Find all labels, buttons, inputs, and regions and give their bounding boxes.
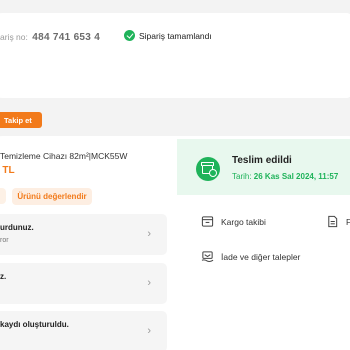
order-number-label: ariş no: <box>0 32 28 42</box>
chevron-right-icon: › <box>147 228 151 240</box>
info-box-title: z. <box>0 272 7 281</box>
delivery-title: Teslim edildi <box>232 155 292 166</box>
order-status-text: Sipariş tamamlandı <box>139 30 212 41</box>
order-number: ariş no: 484 741 653 4 <box>0 32 100 43</box>
top-bar <box>0 0 350 10</box>
order-summary-card <box>0 13 350 98</box>
delivered-box-icon <box>196 157 220 181</box>
secondary-action-button[interactable] <box>0 188 6 204</box>
chevron-right-icon: › <box>147 325 151 337</box>
returns-label: İade ve diğer talepler <box>221 251 301 262</box>
invoice-link[interactable]: F <box>326 215 350 228</box>
order-number-value: 484 741 653 4 <box>32 32 101 43</box>
product-name[interactable]: Temizleme Cihazı 82m²|MCK55W <box>0 151 127 161</box>
info-box[interactable]: kaydı oluşturuldu. › <box>0 311 167 350</box>
check-circle-icon <box>124 30 135 41</box>
return-box-icon <box>201 251 214 262</box>
rate-product-button[interactable]: Ürünü değerlendir <box>12 188 92 205</box>
info-box-title: kaydı oluşturuldu. <box>0 320 69 329</box>
track-button[interactable]: Takip et <box>0 112 42 128</box>
delivery-date-label: Tarih: <box>232 172 252 181</box>
info-box-subtitle: ror <box>0 237 9 244</box>
cargo-tracking-label: Kargo takibi <box>221 216 266 227</box>
invoice-label: F <box>346 216 350 227</box>
info-box-title: urdunuz. <box>0 223 34 232</box>
order-status: Sipariş tamamlandı <box>124 30 212 41</box>
invoice-icon <box>328 215 338 228</box>
returns-link[interactable]: İade ve diğer talepler <box>201 250 300 263</box>
info-box[interactable]: urdunuz. ror › <box>0 214 167 255</box>
chevron-right-icon: › <box>147 277 151 289</box>
product-price: 0 TL <box>0 165 15 176</box>
delivery-date: Tarih: 26 Kas Sal 2024, 11:57 <box>232 172 338 181</box>
delivery-date-value: 26 Kas Sal 2024, 11:57 <box>253 172 339 181</box>
truck-icon <box>201 216 214 227</box>
cargo-tracking-link[interactable]: Kargo takibi <box>201 215 266 228</box>
info-box[interactable]: z. › <box>0 263 167 304</box>
